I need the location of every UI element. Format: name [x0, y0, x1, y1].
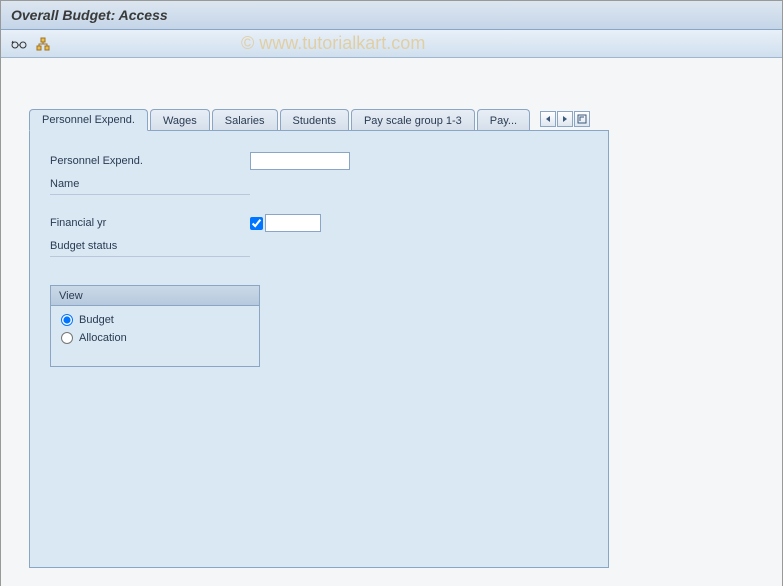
- financial-yr-checkbox-wrap: [250, 214, 321, 232]
- tab-salaries[interactable]: Salaries: [212, 109, 278, 131]
- content-area: Personnel Expend. Wages Salaries Student…: [1, 58, 782, 586]
- label-budget-status: Budget status: [50, 240, 250, 252]
- radio-row-budget[interactable]: Budget: [61, 314, 249, 326]
- radio-budget[interactable]: [61, 314, 73, 326]
- view-group: View Budget Allocation: [50, 285, 260, 367]
- tab-scroll-right-button[interactable]: [557, 111, 573, 127]
- triangle-right-icon: [561, 115, 569, 123]
- tab-label: Wages: [163, 115, 197, 127]
- toolbar: [1, 30, 782, 58]
- tab-personnel-expend[interactable]: Personnel Expend.: [29, 109, 148, 131]
- tab-students[interactable]: Students: [280, 109, 349, 131]
- tab-list-icon: [577, 114, 587, 124]
- tab-list-button[interactable]: [574, 111, 590, 127]
- radio-row-allocation[interactable]: Allocation: [61, 332, 249, 344]
- glasses-icon-button[interactable]: [9, 34, 29, 54]
- label-financial-yr: Financial yr: [50, 217, 250, 229]
- triangle-left-icon: [544, 115, 552, 123]
- radio-label-allocation: Allocation: [79, 332, 127, 344]
- input-personnel-expend[interactable]: [250, 152, 350, 170]
- hierarchy-icon: [36, 37, 50, 51]
- glasses-icon: [11, 38, 27, 50]
- tab-pane-personnel-expend: Personnel Expend. Name Financial yr Budg…: [29, 130, 609, 568]
- row-financial-yr: Financial yr: [50, 213, 588, 233]
- radio-allocation[interactable]: [61, 332, 73, 344]
- title-bar: Overall Budget: Access: [1, 1, 782, 30]
- tab-strip: Personnel Expend. Wages Salaries Student…: [29, 108, 762, 130]
- hierarchy-icon-button[interactable]: [33, 34, 53, 54]
- input-financial-yr[interactable]: [265, 214, 321, 232]
- page-title: Overall Budget: Access: [11, 7, 168, 23]
- row-budget-status: Budget status: [50, 237, 250, 257]
- tab-label: Salaries: [225, 115, 265, 127]
- tab-label: Personnel Expend.: [42, 114, 135, 126]
- label-name: Name: [50, 178, 250, 190]
- tab-pay-truncated[interactable]: Pay...: [477, 109, 530, 131]
- row-personnel-expend: Personnel Expend.: [50, 151, 588, 171]
- tab-scroll-left-button[interactable]: [540, 111, 556, 127]
- tab-wages[interactable]: Wages: [150, 109, 210, 131]
- tab-label: Students: [293, 115, 336, 127]
- row-name: Name: [50, 175, 250, 195]
- tab-label: Pay...: [490, 115, 517, 127]
- tab-label: Pay scale group 1-3: [364, 115, 462, 127]
- tab-pay-scale-group[interactable]: Pay scale group 1-3: [351, 109, 475, 131]
- checkbox-financial-yr[interactable]: [250, 217, 263, 230]
- label-personnel-expend: Personnel Expend.: [50, 155, 250, 167]
- tab-scroll-controls: [540, 111, 590, 127]
- view-group-header: View: [51, 286, 259, 306]
- view-group-body: Budget Allocation: [51, 306, 259, 366]
- radio-label-budget: Budget: [79, 314, 114, 326]
